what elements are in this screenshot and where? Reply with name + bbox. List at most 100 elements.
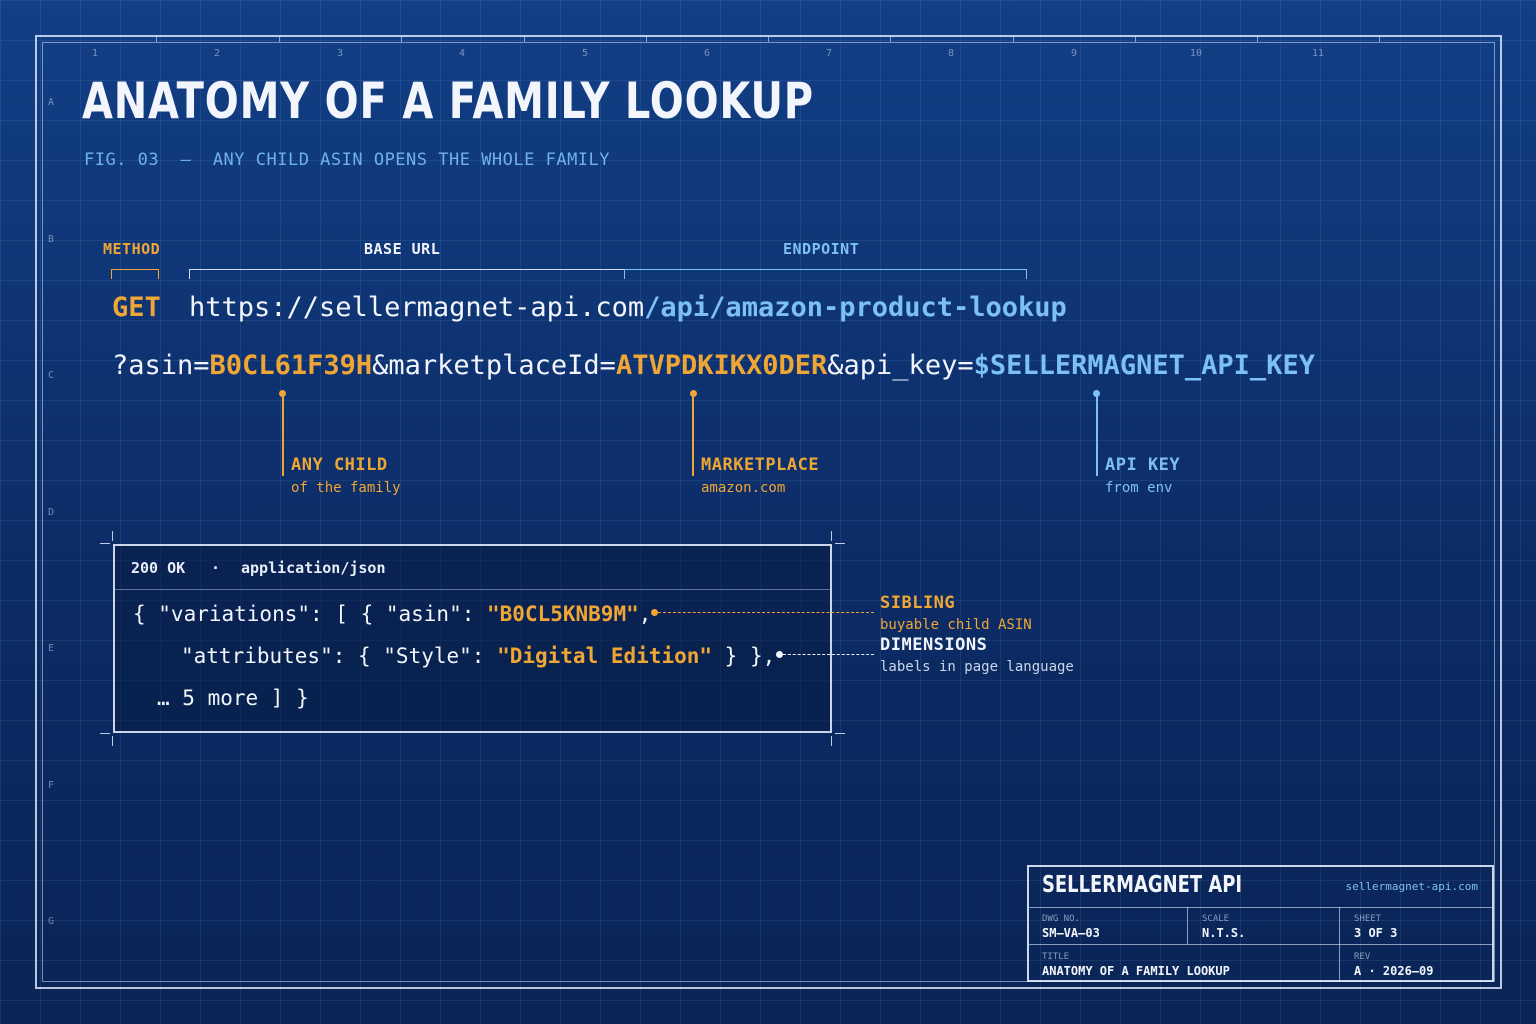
dwg-no-label: DWG NO. — [1042, 914, 1080, 924]
divider — [1029, 907, 1492, 908]
sibling-callout-sub: buyable child ASIN — [880, 617, 1032, 633]
sibling-asin-value: "B0CL5KNB9M" — [487, 602, 639, 626]
title-label: TITLE — [1042, 952, 1070, 962]
api-key-param-value: $SELLERMAGNET_API_KEY — [973, 350, 1315, 381]
base-url-label: BASE URL — [364, 240, 441, 258]
callout-dot — [776, 651, 783, 658]
content-type: application/json — [241, 559, 386, 577]
column-number: 10 — [1189, 48, 1203, 59]
json-token: , — [638, 602, 652, 626]
callout-dot — [651, 609, 658, 616]
row-letter: D — [48, 507, 55, 518]
grid-tick — [1379, 36, 1380, 42]
title-value: ANATOMY OF A FAMILY LOOKUP — [1042, 964, 1230, 978]
grid-tick — [1135, 36, 1136, 42]
grid-tick — [1257, 36, 1258, 42]
page-subtitle: FIG. 03 — ANY CHILD ASIN OPENS THE WHOLE… — [84, 150, 611, 170]
marketplace-param-value: ATVPDKIKX0DER — [615, 350, 828, 381]
page-title: ANATOMY OF A FAMILY LOOKUP — [82, 72, 814, 130]
row-letter: G — [48, 916, 55, 927]
json-token: { "variations": [ { "asin": — [133, 602, 488, 626]
row-letter: A — [48, 97, 55, 108]
request-url: https://sellermagnet-api.com/api/amazon-… — [189, 292, 1067, 323]
scale-value: N.T.S. — [1202, 926, 1246, 940]
crop-mark — [835, 543, 845, 544]
sibling-callout-title: SIBLING — [880, 593, 956, 613]
column-number: 3 — [336, 48, 344, 59]
crop-mark — [831, 531, 832, 541]
callout-leader — [282, 394, 284, 476]
row-letter: C — [48, 370, 55, 381]
base-url: https://sellermagnet-api.com — [189, 292, 645, 323]
endpoint-path: /api/amazon-product-lookup — [644, 292, 1067, 323]
sheet-value: 3 OF 3 — [1354, 926, 1398, 940]
column-number: 5 — [581, 48, 589, 59]
crop-mark — [112, 736, 113, 746]
crop-mark — [831, 736, 832, 746]
api-key-param-key: &api_key= — [827, 350, 974, 381]
brand-name: SELLERMAGNET API — [1042, 872, 1243, 898]
json-token: "attributes": { "Style": — [181, 644, 498, 668]
rev-value: A · 2026–09 — [1354, 964, 1434, 978]
rev-label: REV — [1354, 952, 1371, 962]
method-bracket — [111, 269, 159, 279]
json-line-1: { "variations": [ { "asin": "B0CL5KNB9M"… — [133, 602, 651, 626]
row-letter: E — [48, 643, 55, 654]
base-url-bracket — [189, 269, 625, 279]
any-child-callout-sub: of the family — [291, 480, 401, 496]
grid-tick — [156, 36, 157, 42]
title-block: SELLERMAGNET API sellermagnet-api.com DW… — [1027, 865, 1494, 982]
sibling-leader — [658, 612, 874, 613]
marketplace-callout-title: MARKETPLACE — [701, 455, 820, 475]
method-label: METHOD — [103, 240, 161, 258]
column-number: 11 — [1311, 48, 1325, 59]
drawing-frame-inner — [42, 42, 1495, 982]
dimensions-callout-title: DIMENSIONS — [880, 635, 988, 655]
asin-param-key: ?asin= — [112, 350, 210, 381]
row-letter: B — [48, 234, 55, 245]
header-separator: · — [211, 559, 221, 577]
grid-tick — [279, 36, 280, 42]
grid-tick — [401, 36, 402, 42]
json-line-2: "attributes": { "Style": "Digital Editio… — [181, 644, 775, 668]
dwg-no-value: SM–VA–03 — [1042, 926, 1100, 940]
divider — [1339, 907, 1340, 982]
crop-mark — [112, 531, 113, 541]
api-key-callout-title: API KEY — [1105, 455, 1181, 475]
column-number: 7 — [825, 48, 833, 59]
column-number: 6 — [703, 48, 711, 59]
grid-tick — [524, 36, 525, 42]
grid-tick — [646, 36, 647, 42]
endpoint-bracket — [624, 269, 1027, 279]
response-header: 200 OK · application/json — [115, 546, 830, 590]
status-code: 200 OK — [131, 559, 186, 577]
dimensions-leader — [783, 654, 874, 655]
callout-leader — [692, 394, 694, 476]
any-child-callout-title: ANY CHILD — [291, 455, 388, 475]
column-number: 4 — [458, 48, 466, 59]
style-attribute-value: "Digital Edition" — [497, 644, 713, 668]
divider — [1029, 944, 1492, 945]
asin-param-value: B0CL61F39H — [209, 350, 373, 381]
column-number: 2 — [213, 48, 221, 59]
scale-label: SCALE — [1202, 914, 1230, 924]
grid-tick — [1013, 36, 1014, 42]
json-line-3: … 5 more ] } — [157, 686, 309, 710]
sheet-label: SHEET — [1354, 914, 1382, 924]
http-method: GET — [112, 292, 161, 323]
grid-tick — [768, 36, 769, 42]
marketplace-callout-sub: amazon.com — [701, 480, 786, 496]
dimensions-callout-sub: labels in page language — [880, 659, 1074, 675]
json-token: } }, — [712, 644, 776, 668]
api-key-callout-sub: from env — [1105, 480, 1173, 496]
callout-leader — [1096, 394, 1098, 476]
crop-mark — [100, 543, 110, 544]
crop-mark — [100, 733, 110, 734]
column-number: 8 — [947, 48, 955, 59]
crop-mark — [835, 733, 845, 734]
column-number: 9 — [1070, 48, 1078, 59]
column-number: 1 — [91, 48, 99, 59]
marketplace-param-key: &marketplaceId= — [372, 350, 616, 381]
query-string: ?asin=B0CL61F39H&marketplaceId=ATVPDKIKX… — [112, 350, 1315, 381]
response-panel: 200 OK · application/json { "variations"… — [113, 544, 832, 733]
